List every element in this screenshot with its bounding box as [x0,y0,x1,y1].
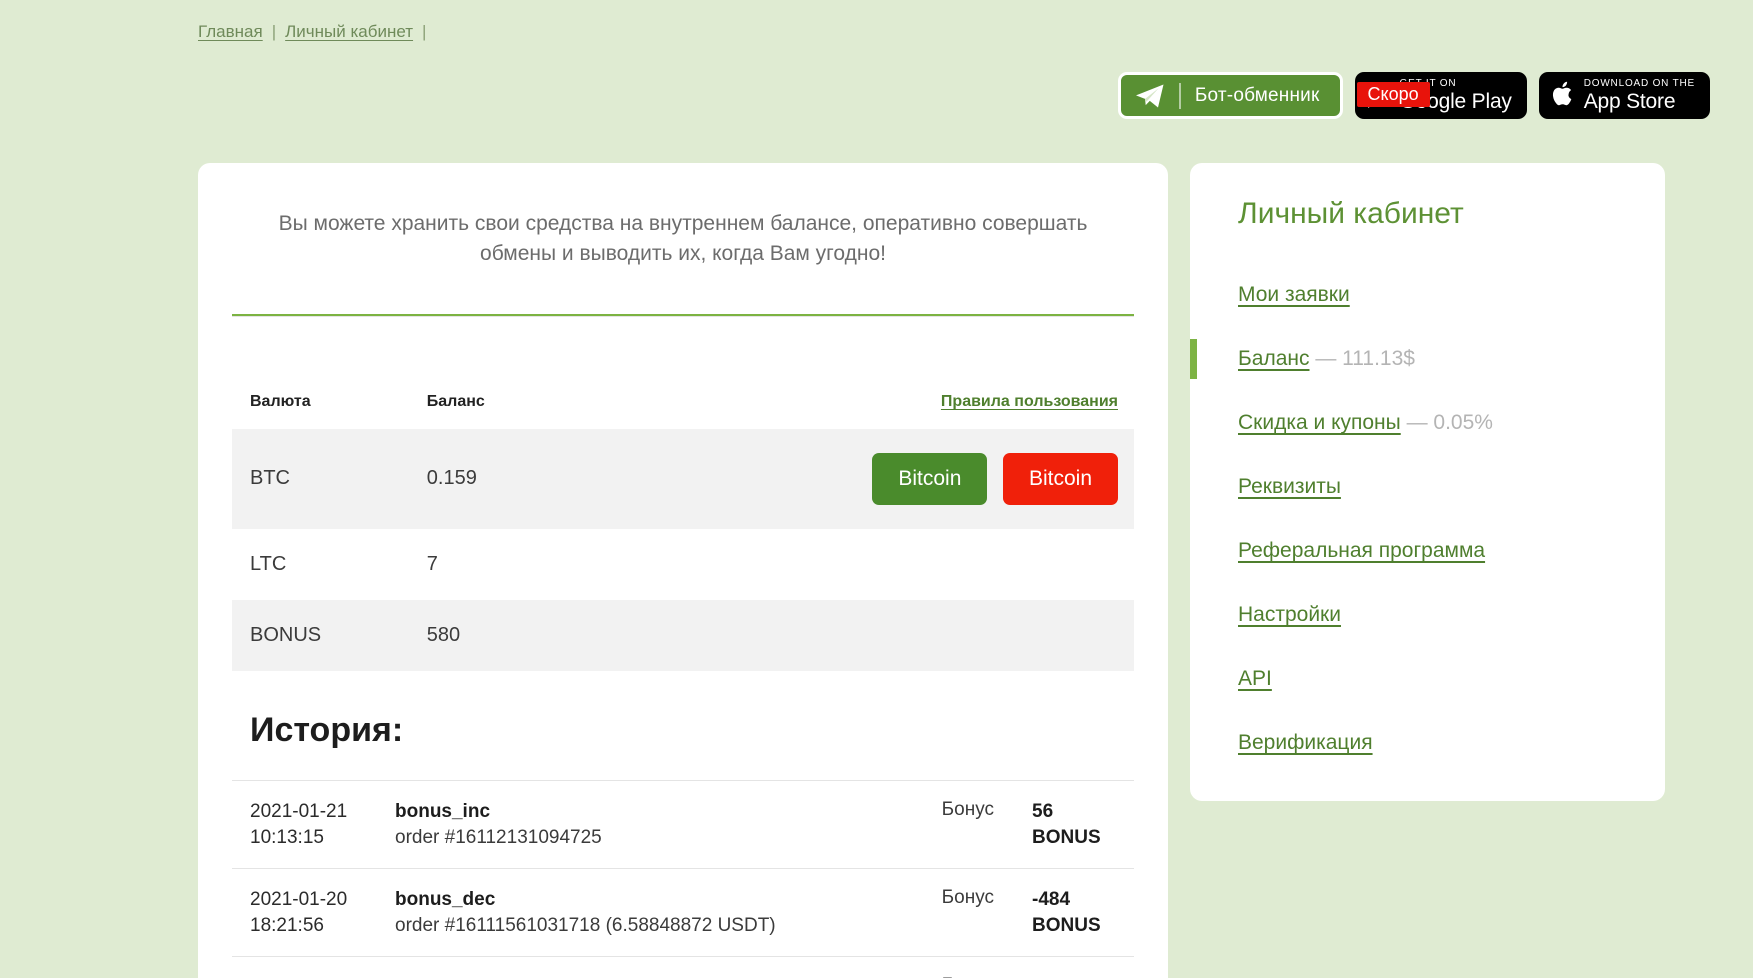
cell-currency: BONUS [232,599,409,671]
cell-description: bonus_inc order #16112131094725 [377,779,904,869]
breadcrumb-item-account[interactable]: Личный кабинет [285,22,413,42]
sidebar-item-referral-program[interactable]: Реферальная программа [1190,539,1665,563]
cell-currency: BTC [232,428,409,529]
balance-table-head: Валюта Баланс Правила пользования [232,315,1134,429]
sidebar-item-my-orders[interactable]: Мои заявки [1190,283,1665,307]
cell-balance: 0.159 [408,428,560,529]
sidebar-item-discounts-coupons[interactable]: Скидка и купоны — 0.05% [1190,411,1665,435]
history-title: История: [250,710,404,749]
deposit-bitcoin-button[interactable]: Bitcoin [872,452,988,505]
sidebar-item-label: Реферальная программа [1238,539,1486,562]
history-table-body: 2021-01-21 10:13:15 bonus_inc order #161… [232,779,1134,978]
sidebar-item-label: Баланс [1238,347,1310,370]
balance-table-header-row: Валюта Баланс Правила пользования [232,315,1134,429]
cell-currency: LTC [250,552,287,575]
column-header-currency: Валюта [232,315,409,429]
header-badges: Бот-обменник GET IT ON Google Play Скоро… [1117,72,1710,119]
cell-actions: Bitcoin Bitcoin [559,428,1134,529]
breadcrumb-separator-1: | [271,22,277,41]
withdraw-bitcoin-button[interactable]: Bitcoin [1002,452,1118,505]
column-header-rules: Правила пользования [559,315,1134,429]
cell-actions [560,529,1134,600]
account-sidebar: Личный кабинет Мои заявки Баланс — 111.1… [1190,163,1665,801]
app-store-badge[interactable]: Download on the App Store [1538,72,1710,119]
history-amount: -484 [1032,889,1071,911]
telegram-bot-button[interactable]: Бот-обменник [1117,72,1343,119]
table-row: BONUS 580 [232,599,1134,671]
telegram-button-label: Бот-обменник [1194,84,1320,106]
sidebar-item-label: Реквизиты [1238,475,1341,498]
cell-datetime: 2021-01-20 17:59:17 [232,956,377,978]
history-date: 2021-01-21 [250,800,348,822]
google-play-top-label: GET IT ON [1399,78,1457,89]
sidebar-title: Личный кабинет [1238,197,1464,230]
history-currency: BONUS [1032,914,1101,936]
table-row: 2021-01-21 10:13:15 bonus_inc order #161… [232,779,1134,869]
apple-icon [1552,81,1572,106]
history-amount: 56 [1032,800,1054,822]
app-store-text: Download on the App Store [1583,78,1695,113]
breadcrumb-separator-2: | [422,22,427,41]
breadcrumb: Главная | Личный кабинет | [198,22,426,42]
cell-description: bonus_dec order #16111547471114 (6.59126… [377,956,904,978]
sidebar-nav: Мои заявки Баланс — 111.13$ Скидка и куп… [1190,283,1665,755]
sidebar-item-requisites[interactable]: Реквизиты [1190,475,1665,499]
balance-table: Валюта Баланс Правила пользования BTC 0.… [232,315,1134,671]
history-date: 2021-01-20 [250,889,348,911]
sidebar-item-label: Скидка и купоны [1238,411,1401,434]
history-operation: bonus_dec [395,889,496,911]
telegram-plane-icon [1135,84,1164,107]
cell-datetime: 2021-01-20 18:21:56 [232,868,377,957]
balance-table-body: BTC 0.159 Bitcoin Bitcoin LTC 7 BONUS 58… [232,428,1134,671]
page-root: Главная | Личный кабинет | Бот-обменник … [0,0,1753,978]
sidebar-item-api[interactable]: API [1190,667,1665,691]
google-play-badge[interactable]: GET IT ON Google Play Скоро [1354,72,1527,119]
google-play-icon [1367,83,1385,108]
column-header-balance: Баланс [408,315,560,429]
cell-amount: 56 BONUS [1014,779,1134,869]
table-row: 2021-01-20 18:21:56 bonus_dec order #161… [232,868,1134,957]
history-time: 10:13:15 [250,826,324,848]
history-order: order #16112131094725 [395,826,602,848]
table-row: LTC 7 [232,529,1134,600]
app-store-top-label: Download on the [1583,78,1695,89]
sidebar-item-verification[interactable]: Верификация [1190,731,1665,755]
sidebar-item-balance[interactable]: Баланс — 111.13$ [1190,339,1665,379]
history-time: 18:21:56 [250,914,324,936]
cell-type: Бонус [904,956,1014,978]
sidebar-item-label: Мои заявки [1238,283,1350,306]
sidebar-item-label: Верификация [1238,731,1373,754]
history-order: order #16111561031718 (6.58848872 USDT) [395,914,776,936]
content-area: Вы можете хранить свои средства на внутр… [198,163,1665,978]
cell-datetime: 2021-01-21 10:13:15 [232,779,377,869]
sidebar-item-settings[interactable]: Настройки [1190,603,1665,627]
table-row: 2021-01-20 17:59:17 bonus_dec order #161… [232,956,1134,978]
cell-type: Бонус [904,868,1014,957]
cell-amount: -485 BONUS [1014,956,1134,978]
table-row: BTC 0.159 Bitcoin Bitcoin [232,428,1134,529]
history-operation: bonus_inc [395,800,491,822]
cell-balance: 7 [426,552,438,575]
app-store-bottom-label: App Store [1583,90,1676,113]
cell-balance: 580 [408,599,560,671]
cell-type: Бонус [904,779,1014,869]
history-currency: BONUS [1032,826,1101,848]
sidebar-item-meta: — 0.05% [1400,411,1493,434]
google-play-bottom-label: Google Play [1399,90,1512,113]
google-play-text: GET IT ON Google Play [1399,78,1512,113]
sidebar-item-label: API [1238,667,1272,690]
balance-card: Вы можете хранить свои средства на внутр… [198,163,1168,978]
history-table: 2021-01-21 10:13:15 bonus_inc order #161… [232,779,1134,978]
sidebar-item-meta: — 111.13$ [1309,347,1415,370]
cell-amount: -484 BONUS [1014,868,1134,957]
telegram-button-divider [1178,82,1181,109]
cell-actions [559,599,1134,671]
rules-link[interactable]: Правила пользования [941,393,1118,410]
cell-description: bonus_dec order #16111561031718 (6.58848… [377,868,904,957]
intro-text: Вы можете хранить свои средства на внутр… [278,212,1088,266]
breadcrumb-item-home[interactable]: Главная [198,22,263,42]
sidebar-item-label: Настройки [1238,603,1341,626]
